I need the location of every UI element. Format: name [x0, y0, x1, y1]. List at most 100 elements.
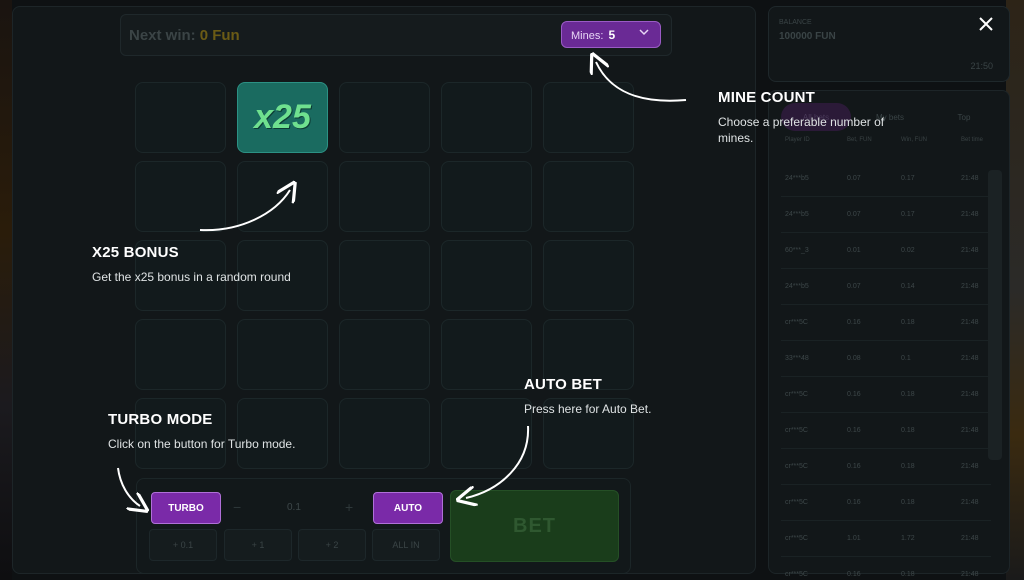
- bonus-tile[interactable]: x25: [237, 82, 328, 153]
- table-cell: 21:48: [961, 391, 979, 398]
- table-cell: 21:48: [961, 247, 979, 254]
- auto-bet-text: Press here for Auto Bet.: [524, 402, 652, 416]
- chip-add-2[interactable]: + 2: [298, 529, 366, 561]
- mine-tile[interactable]: [339, 319, 430, 390]
- mine-tile[interactable]: [135, 161, 226, 232]
- table-row: cr***5C 1.01 1.72 21:48: [781, 523, 991, 557]
- table-cell: 0.18: [901, 427, 915, 434]
- table-cell: cr***5C: [785, 319, 808, 326]
- table-cell: 1.01: [847, 535, 861, 542]
- table-cell: 0.14: [901, 283, 915, 290]
- table-cell: cr***5C: [785, 463, 808, 470]
- mine-tile[interactable]: [441, 398, 532, 469]
- tab-top[interactable]: Top: [929, 103, 999, 131]
- table-cell: 0.16: [847, 319, 861, 326]
- table-cell: 0.16: [847, 427, 861, 434]
- mines-label: Mines:: [571, 30, 604, 42]
- table-row: cr***5C 0.16 0.18 21:48: [781, 559, 991, 580]
- mine-count-text: Choose a preferable number of mines.: [718, 115, 885, 145]
- balance-label: BALANCE: [779, 19, 812, 26]
- chip-add-0-1[interactable]: + 0.1: [149, 529, 217, 561]
- mine-count-title: MINE COUNT: [718, 89, 815, 106]
- table-cell: 21:48: [961, 535, 979, 542]
- mine-tile[interactable]: [339, 82, 430, 153]
- table-cell: cr***5C: [785, 391, 808, 398]
- table-cell: 0.18: [901, 499, 915, 506]
- mine-tile[interactable]: [441, 82, 532, 153]
- mine-tile[interactable]: [441, 319, 532, 390]
- table-cell: 0.16: [847, 571, 861, 578]
- table-cell: 24***b5: [785, 175, 809, 182]
- table-cell: 21:48: [961, 175, 979, 182]
- mine-tile[interactable]: [339, 161, 430, 232]
- mine-tile[interactable]: [339, 398, 430, 469]
- table-cell: 1.72: [901, 535, 915, 542]
- table-cell: 21:48: [961, 499, 979, 506]
- mine-tile[interactable]: [543, 240, 634, 311]
- mine-tile[interactable]: [441, 240, 532, 311]
- bet-button[interactable]: BET: [450, 490, 619, 562]
- table-row: cr***5C 0.16 0.18 21:48: [781, 379, 991, 413]
- bet-increase-button[interactable]: +: [345, 499, 353, 515]
- table-cell: cr***5C: [785, 427, 808, 434]
- turbo-button[interactable]: TURBO: [151, 492, 221, 524]
- table-cell: 0.1: [901, 355, 911, 362]
- bet-decrease-button[interactable]: −: [233, 499, 241, 515]
- table-cell: 0.01: [847, 247, 861, 254]
- top-bar: Next win: 0 Fun Mines: 5: [120, 14, 672, 56]
- chip-add-1[interactable]: + 1: [224, 529, 292, 561]
- mine-tile[interactable]: [135, 319, 226, 390]
- mine-tile[interactable]: [135, 82, 226, 153]
- mine-tile[interactable]: [339, 240, 430, 311]
- table-cell: 33***48: [785, 355, 809, 362]
- turbo-text: Click on the button for Turbo mode.: [108, 437, 296, 451]
- table-cell: 0.16: [847, 391, 861, 398]
- balance-value: 100000 FUN: [779, 31, 836, 42]
- table-row: 60***_3 0.01 0.02 21:48: [781, 235, 991, 269]
- table-cell: 21:48: [961, 355, 979, 362]
- auto-bet-title: AUTO BET: [524, 376, 602, 393]
- table-cell: 0.18: [901, 391, 915, 398]
- auto-button[interactable]: AUTO: [373, 492, 443, 524]
- table-cell: 0.18: [901, 463, 915, 470]
- mine-tile[interactable]: [543, 82, 634, 153]
- table-cell: 0.07: [847, 175, 861, 182]
- table-cell: 0.07: [847, 283, 861, 290]
- mine-tile[interactable]: [135, 398, 226, 469]
- chip-all-in[interactable]: ALL IN: [372, 529, 440, 561]
- bonus-text: Get the x25 bonus in a random round: [92, 270, 291, 284]
- table-cell: 0.17: [901, 211, 915, 218]
- table-cell: 0.07: [847, 211, 861, 218]
- table-row: 24***b5 0.07 0.14 21:48: [781, 271, 991, 305]
- table-cell: cr***5C: [785, 571, 808, 578]
- table-cell: 0.17: [901, 175, 915, 182]
- table-cell: 0.02: [901, 247, 915, 254]
- mines-value: 5: [608, 28, 616, 42]
- header-bet-time: Bet time: [961, 137, 984, 143]
- mine-tile[interactable]: [441, 161, 532, 232]
- table-row: 33***48 0.08 0.1 21:48: [781, 343, 991, 377]
- mine-tile[interactable]: [237, 319, 328, 390]
- chevron-down-icon: [638, 26, 650, 41]
- table-cell: 0.18: [901, 319, 915, 326]
- bet-amount-input[interactable]: 0.1: [287, 502, 301, 513]
- table-cell: 0.08: [847, 355, 861, 362]
- bonus-title: X25 BONUS: [92, 244, 179, 261]
- table-cell: 24***b5: [785, 283, 809, 290]
- table-cell: 21:48: [961, 319, 979, 326]
- table-cell: cr***5C: [785, 535, 808, 542]
- table-cell: 21:48: [961, 463, 979, 470]
- clock-time: 21:50: [970, 61, 993, 71]
- next-win-label: Next win:: [129, 27, 196, 44]
- bets-scrollbar[interactable]: [988, 170, 1002, 460]
- mines-select[interactable]: Mines: 5: [561, 21, 661, 48]
- close-icon[interactable]: [978, 14, 994, 36]
- table-row: 24***b5 0.07 0.17 21:48: [781, 199, 991, 233]
- mine-tile[interactable]: [543, 161, 634, 232]
- next-win-display: Next win: 0 Fun: [129, 27, 240, 44]
- mine-tile[interactable]: [237, 161, 328, 232]
- mine-tile[interactable]: [237, 398, 328, 469]
- turbo-title: TURBO MODE: [108, 411, 213, 428]
- table-row: 24***b5 0.07 0.17 21:48: [781, 163, 991, 197]
- table-cell: cr***5C: [785, 499, 808, 506]
